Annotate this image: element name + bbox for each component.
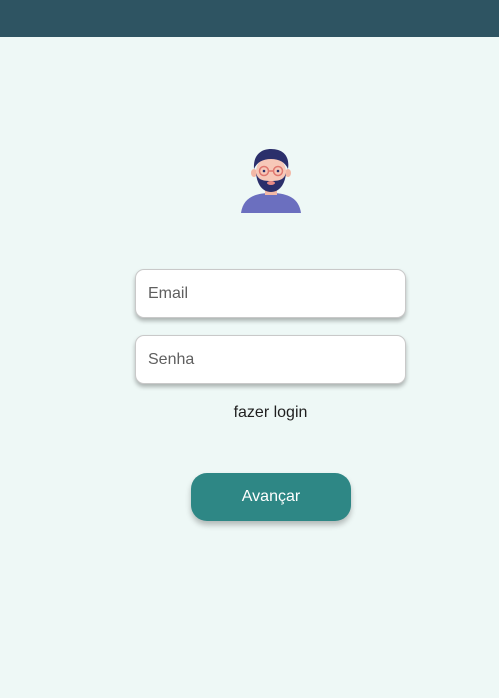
user-avatar-icon [241,149,301,213]
password-field[interactable] [135,335,406,384]
email-field[interactable] [135,269,406,318]
submit-button[interactable]: Avançar [191,473,351,521]
login-link[interactable]: fazer login [0,404,499,422]
top-bar [0,0,499,37]
